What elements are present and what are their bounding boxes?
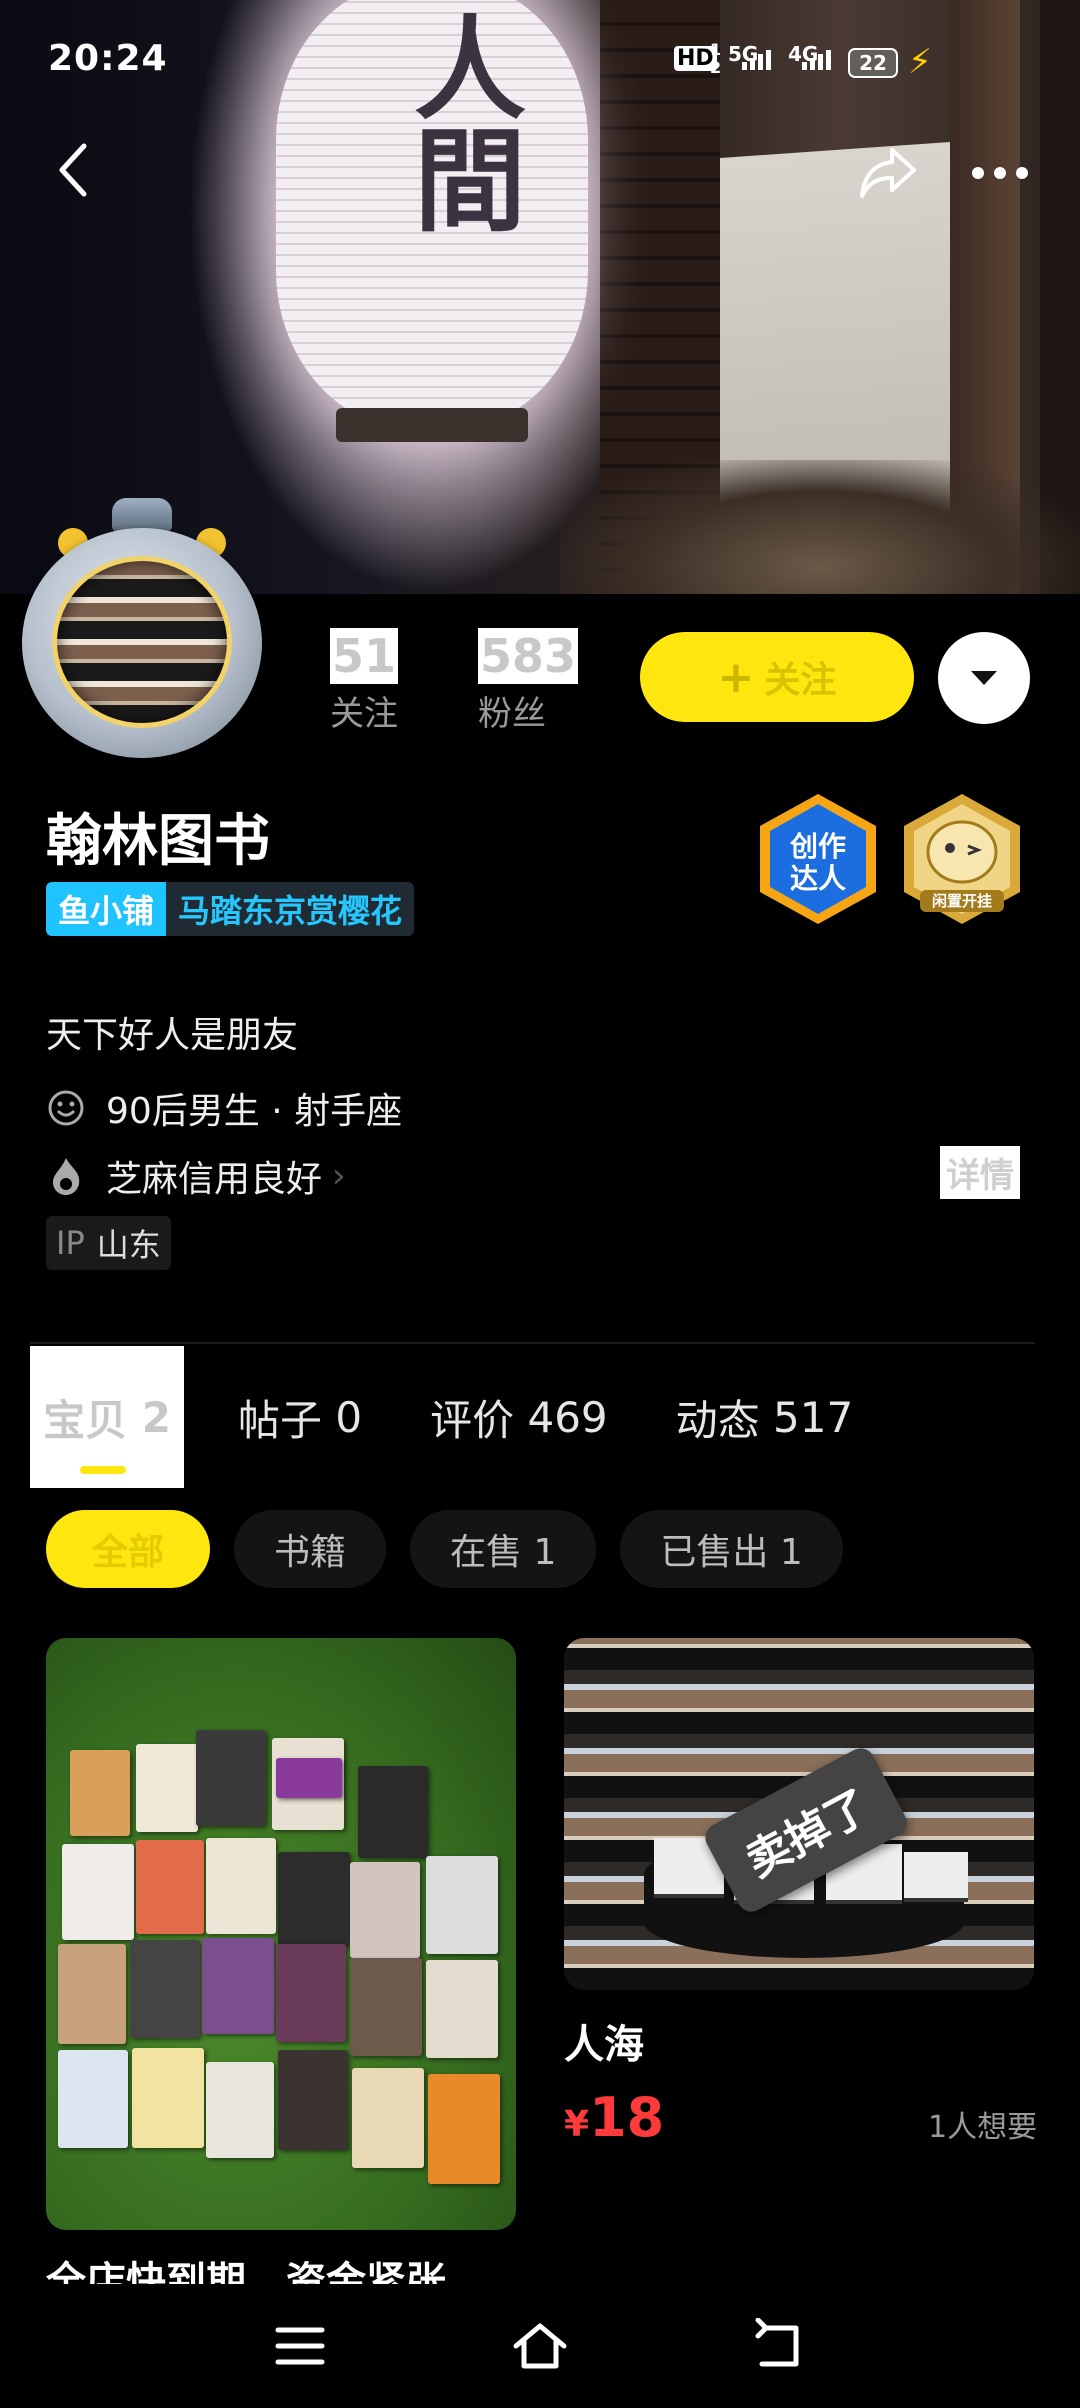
follow-button[interactable]: + 关注 [640, 632, 914, 722]
sim1-indicator: 1 [710, 40, 722, 59]
menu-icon [275, 2327, 325, 2365]
tab-label: 宝贝 [43, 1395, 128, 1445]
status-bar: 20:24 HD 1 2 5G 4G 22 ⚡ [0, 0, 1080, 120]
return-icon [755, 2317, 799, 2367]
credit-row[interactable]: 芝麻信用良好 › [46, 1150, 346, 1202]
hexagon-badge-icon: 创作 达人 [760, 794, 876, 924]
system-nav-bar [0, 2284, 1080, 2408]
followers-count: 583 [478, 628, 579, 684]
clock: 20:24 [48, 38, 168, 79]
filter-on-sale[interactable]: 在售 1 [410, 1510, 597, 1588]
dot-icon [972, 167, 984, 179]
menu-button[interactable] [270, 2318, 330, 2374]
item-card-1-image[interactable] [46, 1638, 516, 2230]
dry-branches [560, 460, 1080, 594]
follow-button-label: 关注 [764, 660, 837, 701]
sim2-indicator: 2 [710, 58, 722, 77]
item-card-2-title[interactable]: 人海 [564, 2012, 644, 2070]
ip-location: IP 山东 [46, 1216, 171, 1270]
shop-tag-label: 鱼小铺 [46, 882, 167, 936]
caret-down-icon [971, 671, 997, 685]
mascot-badge-icon: 闲置开挂 [904, 794, 1020, 924]
ip-label: IP [56, 1224, 85, 1262]
lantern-cap [336, 408, 528, 442]
following-count: 51 [330, 628, 399, 684]
back-nav-button[interactable] [750, 2317, 810, 2374]
helmet-top [112, 498, 172, 532]
ip-value: 山东 [96, 1226, 161, 1264]
shop-name: 马踏东京赏樱花 [166, 882, 415, 936]
credit-text: 芝麻信用良好 [106, 1159, 323, 1200]
charging-icon: ⚡ [908, 42, 932, 82]
price-value: 18 [589, 2086, 665, 2149]
tab-label: 评价 [430, 1395, 515, 1445]
dot-icon [994, 167, 1006, 179]
tab-posts[interactable]: 帖子 0 [238, 1346, 362, 1488]
home-button[interactable] [510, 2318, 570, 2374]
filter-sold[interactable]: 已售出 1 [620, 1510, 843, 1588]
tab-reviews[interactable]: 评价 469 [430, 1346, 608, 1488]
tab-label: 动态 [675, 1395, 760, 1445]
tab-count: 0 [335, 1392, 363, 1442]
idle-badge[interactable]: 闲置开挂 [898, 790, 1026, 928]
profile-name: 翰林图书 [46, 809, 270, 874]
tab-label: 帖子 [238, 1395, 323, 1445]
battery-icon: 22 [848, 48, 898, 78]
tab-count: 469 [527, 1392, 608, 1442]
badge1-line2: 达人 [790, 862, 846, 895]
following-label: 关注 [330, 694, 398, 734]
tab-items[interactable]: 宝贝 2 [30, 1346, 184, 1488]
signal-bars-2 [802, 50, 831, 70]
chevron-right-icon: › [332, 1156, 346, 1196]
signal-bars-1 [742, 50, 771, 70]
bio-text: 天下好人是朋友 [46, 1015, 299, 1056]
book-stack [904, 1852, 968, 1902]
avatar-image [52, 556, 232, 728]
dropdown-button[interactable] [938, 632, 1030, 724]
wants-count: 1人想要 [928, 2110, 1038, 2145]
filter-chips: 全部 书籍 在售 1 已售出 1 [46, 1510, 843, 1588]
filter-all[interactable]: 全部 [46, 1510, 211, 1588]
battery-level: 22 [859, 51, 887, 75]
tab-count: 2 [141, 1392, 171, 1442]
tab-count: 517 [773, 1392, 854, 1442]
more-options-button[interactable] [972, 158, 1036, 188]
shop-tag[interactable]: 鱼小铺 马踏东京赏樱花 [46, 882, 415, 936]
tab-activity[interactable]: 动态 517 [676, 1346, 854, 1488]
following-stat[interactable]: 51 关注 [330, 628, 399, 735]
dot-icon [1016, 167, 1028, 179]
creator-badge[interactable]: 创作 达人 [754, 790, 882, 928]
share-button[interactable] [856, 140, 920, 204]
plus-icon: + [717, 651, 755, 703]
content-tabs: 宝贝 2 帖子 0 评价 469 动态 517 [30, 1346, 921, 1488]
age-sign-row: 90后男生 · 射手座 [46, 1082, 402, 1134]
currency-symbol: ¥ [564, 2104, 590, 2145]
home-icon [513, 2323, 567, 2369]
item-card-2-price: ¥18 [564, 2086, 664, 2149]
smiley-icon [46, 1088, 86, 1128]
followers-stat[interactable]: 583 粉丝 [478, 628, 579, 735]
followers-label: 粉丝 [478, 694, 546, 734]
share-icon [860, 148, 916, 198]
badge2-label: 闲置开挂 [932, 892, 992, 910]
item-card-1-title[interactable]: 全店快到期，资金紧张 [46, 2252, 446, 2286]
age-sign-text: 90后男生 · 射手座 [106, 1091, 403, 1132]
flame-icon [46, 1156, 86, 1196]
badge1-line1: 创作 [789, 830, 846, 863]
avatar[interactable] [22, 498, 262, 762]
back-arrow-icon [59, 143, 87, 197]
detail-link[interactable]: 详情 [940, 1146, 1020, 1199]
filter-books[interactable]: 书籍 [234, 1510, 387, 1588]
back-button[interactable] [46, 140, 106, 200]
divider [30, 1342, 1035, 1344]
